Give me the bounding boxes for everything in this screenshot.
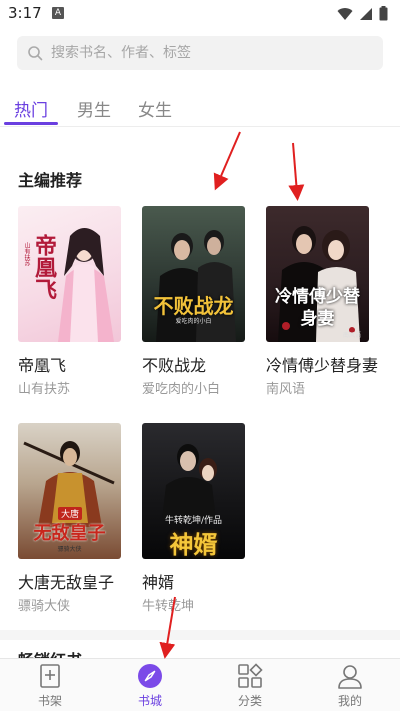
cover-title-text: 帝凰飞 — [31, 234, 57, 300]
cover-byline: 山有扶苏 — [23, 242, 30, 266]
tab-hot[interactable]: 热门 — [14, 96, 48, 121]
profile-icon — [338, 665, 362, 689]
book-cover[interactable]: 大唐 无敌皇子 骠骑大侠 — [18, 423, 121, 559]
cover-title: 无敌皇子 — [33, 523, 106, 544]
book-author: 牛转乾坤 — [142, 599, 195, 614]
book-card[interactable]: 牛转乾坤/作品 神婿 神婿 牛转乾坤 — [142, 423, 252, 614]
cover-title: 冷情傅少替身妻 — [275, 287, 360, 329]
book-author: 南风语 — [266, 382, 306, 397]
book-title[interactable]: 不败战龙 — [142, 352, 206, 376]
nav-label: 书架 — [37, 694, 62, 708]
book-title[interactable]: 神婿 — [142, 569, 174, 593]
book-card[interactable]: 不败战龙 爱吃肉的小白 不败战龙 爱吃肉的小白 — [142, 206, 252, 397]
nav-label: 书城 — [137, 694, 162, 708]
book-card[interactable]: 冷情傅少替身妻 南风语 冷情傅少替身妻 南风语 — [266, 206, 378, 397]
book-author: 骠骑大侠 — [18, 599, 71, 614]
annotation-arrow — [213, 131, 241, 191]
book-card[interactable]: 大唐 无敌皇子 骠骑大侠 大唐无敌皇子 骠骑大侠 — [18, 423, 128, 614]
active-tab-indicator — [4, 122, 58, 125]
cover-byline: 爱吃肉的小白 — [175, 318, 212, 325]
book-title[interactable]: 冷情傅少替身妻 — [266, 352, 378, 376]
search-bar[interactable] — [17, 36, 383, 70]
nav-label: 我的 — [337, 694, 362, 708]
book-title[interactable]: 帝凰飞 — [18, 352, 66, 376]
divider — [0, 126, 400, 127]
tab-male[interactable]: 男生 — [77, 96, 111, 121]
book-author: 爱吃肉的小白 — [142, 382, 221, 397]
cover-title: 不败战龙 — [153, 294, 234, 318]
cover-title: 神婿 — [169, 531, 218, 559]
section-divider — [0, 630, 400, 640]
search-icon — [28, 46, 43, 61]
bottom-nav: 书架 书城 分类 我的 — [0, 658, 400, 711]
book-cover[interactable]: 冷情傅少替身妻 南风语 — [266, 206, 369, 342]
battery-icon — [379, 6, 388, 21]
book-author: 山有扶苏 — [18, 382, 71, 397]
tab-female[interactable]: 女生 — [138, 96, 172, 121]
status-bar: 3:17 A — [0, 0, 400, 28]
cover-byline: 南风语 — [342, 332, 361, 339]
nav-label: 分类 — [237, 694, 262, 708]
compass-icon — [138, 664, 162, 688]
book-card[interactable]: 帝凰飞 山有扶苏 帝凰飞 山有扶苏 — [18, 206, 128, 397]
category-icon — [238, 663, 263, 688]
nav-profile[interactable]: 我的 — [300, 659, 400, 711]
section-title: 主编推荐 — [18, 171, 83, 190]
nav-category[interactable]: 分类 — [200, 659, 300, 711]
signal-icon — [360, 7, 372, 20]
annotation-arrow — [288, 142, 305, 201]
nav-bookstore[interactable]: 书城 — [100, 659, 200, 711]
wifi-icon — [337, 7, 353, 20]
nav-bookshelf[interactable]: 书架 — [0, 659, 100, 711]
cover-byline: 骠骑大侠 — [57, 546, 82, 553]
status-icons — [337, 6, 388, 21]
book-cover[interactable]: 不败战龙 爱吃肉的小白 — [142, 206, 245, 342]
tab-bar: 热门 男生 女生 — [0, 92, 400, 126]
book-title[interactable]: 大唐无敌皇子 — [18, 569, 114, 593]
bookshelf-icon — [40, 664, 60, 688]
book-cover[interactable]: 牛转乾坤/作品 神婿 — [142, 423, 245, 559]
notification-badge: A — [52, 7, 64, 19]
book-cover[interactable]: 帝凰飞 山有扶苏 — [18, 206, 121, 342]
search-input[interactable] — [49, 44, 353, 62]
status-time: 3:17 — [8, 4, 42, 22]
